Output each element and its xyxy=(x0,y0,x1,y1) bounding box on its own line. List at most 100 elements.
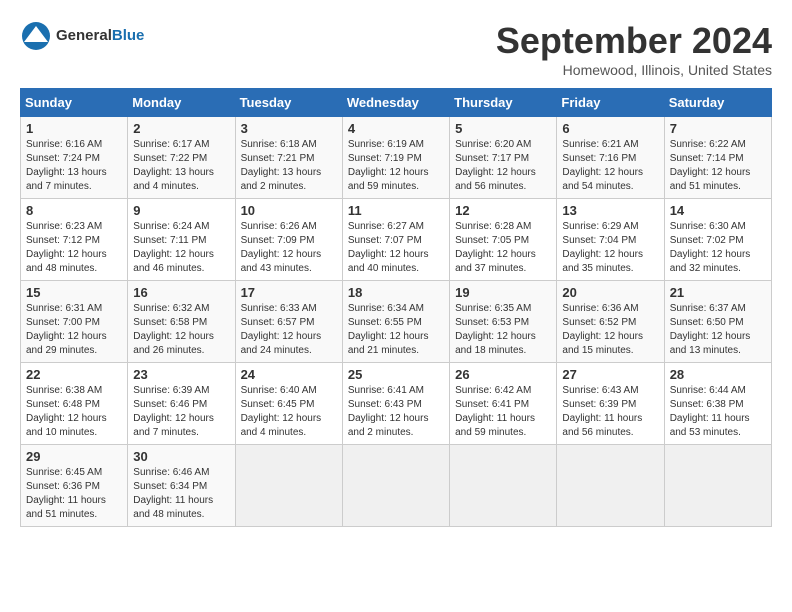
day-number: 12 xyxy=(455,203,551,218)
day-info: Sunrise: 6:34 AM Sunset: 6:55 PM Dayligh… xyxy=(348,302,444,358)
day-number: 7 xyxy=(670,121,766,136)
calendar-cell: 8 Sunrise: 6:23 AM Sunset: 7:12 PM Daylig… xyxy=(21,199,128,281)
day-number: 4 xyxy=(348,121,444,136)
day-of-week-header: Saturday xyxy=(664,89,771,117)
day-number: 21 xyxy=(670,285,766,300)
calendar-cell: 18 Sunrise: 6:34 AM Sunset: 6:55 PM Dayli… xyxy=(342,281,449,363)
day-of-week-header: Thursday xyxy=(450,89,557,117)
day-number: 20 xyxy=(562,285,658,300)
calendar-cell: 21Sunrise: 6:37 AM Sunset: 6:50 PM Dayli… xyxy=(664,281,771,363)
calendar-cell: 16 Sunrise: 6:32 AM Sunset: 6:58 PM Dayli… xyxy=(128,281,235,363)
page-header: GeneralBlue September 2024 Homewood, Ill… xyxy=(20,20,772,78)
day-number: 2 xyxy=(133,121,229,136)
calendar-cell: 14 Sunrise: 6:30 AM Sunset: 7:02 PM Dayli… xyxy=(664,199,771,281)
day-info: Sunrise: 6:22 AM Sunset: 7:14 PM Dayligh… xyxy=(670,138,766,194)
calendar-cell: 5Sunrise: 6:20 AM Sunset: 7:17 PM Daylig… xyxy=(450,117,557,199)
calendar-week-row: 1 Sunrise: 6:16 AM Sunset: 7:24 PM Daylig… xyxy=(21,117,772,199)
calendar-cell: 27 Sunrise: 6:43 AM Sunset: 6:39 PM Dayli… xyxy=(557,363,664,445)
calendar-cell: 24Sunrise: 6:40 AM Sunset: 6:45 PM Dayli… xyxy=(235,363,342,445)
day-number: 28 xyxy=(670,367,766,382)
day-of-week-header: Tuesday xyxy=(235,89,342,117)
day-info: Sunrise: 6:35 AM Sunset: 6:53 PM Dayligh… xyxy=(455,302,551,358)
day-info: Sunrise: 6:45 AM Sunset: 6:36 PM Dayligh… xyxy=(26,466,122,522)
calendar-cell: 22Sunrise: 6:38 AM Sunset: 6:48 PM Dayli… xyxy=(21,363,128,445)
calendar-cell: 4 Sunrise: 6:19 AM Sunset: 7:19 PM Daylig… xyxy=(342,117,449,199)
calendar-cell: 7 Sunrise: 6:22 AM Sunset: 7:14 PM Daylig… xyxy=(664,117,771,199)
day-number: 3 xyxy=(241,121,337,136)
calendar-cell: 23 Sunrise: 6:39 AM Sunset: 6:46 PM Dayli… xyxy=(128,363,235,445)
day-info: Sunrise: 6:28 AM Sunset: 7:05 PM Dayligh… xyxy=(455,220,551,276)
day-number: 26 xyxy=(455,367,551,382)
logo: GeneralBlue xyxy=(20,20,144,52)
day-info: Sunrise: 6:33 AM Sunset: 6:57 PM Dayligh… xyxy=(241,302,337,358)
calendar-week-row: 22Sunrise: 6:38 AM Sunset: 6:48 PM Dayli… xyxy=(21,363,772,445)
day-number: 6 xyxy=(562,121,658,136)
calendar-cell: 26 Sunrise: 6:42 AM Sunset: 6:41 PM Dayli… xyxy=(450,363,557,445)
day-number: 17 xyxy=(241,285,337,300)
day-info: Sunrise: 6:21 AM Sunset: 7:16 PM Dayligh… xyxy=(562,138,658,194)
day-info: Sunrise: 6:24 AM Sunset: 7:11 PM Dayligh… xyxy=(133,220,229,276)
calendar-week-row: 15 Sunrise: 6:31 AM Sunset: 7:00 PM Dayli… xyxy=(21,281,772,363)
day-info: Sunrise: 6:41 AM Sunset: 6:43 PM Dayligh… xyxy=(348,384,444,440)
calendar-cell xyxy=(557,445,664,527)
day-info: Sunrise: 6:32 AM Sunset: 6:58 PM Dayligh… xyxy=(133,302,229,358)
day-number: 25 xyxy=(348,367,444,382)
calendar-cell: 13Sunrise: 6:29 AM Sunset: 7:04 PM Dayli… xyxy=(557,199,664,281)
day-of-week-header: Wednesday xyxy=(342,89,449,117)
day-info: Sunrise: 6:36 AM Sunset: 6:52 PM Dayligh… xyxy=(562,302,658,358)
logo-icon xyxy=(20,20,52,52)
day-number: 16 xyxy=(133,285,229,300)
day-info: Sunrise: 6:16 AM Sunset: 7:24 PM Dayligh… xyxy=(26,138,122,194)
day-number: 14 xyxy=(670,203,766,218)
calendar-cell: 6 Sunrise: 6:21 AM Sunset: 7:16 PM Daylig… xyxy=(557,117,664,199)
day-number: 1 xyxy=(26,121,122,136)
calendar-cell: 1 Sunrise: 6:16 AM Sunset: 7:24 PM Daylig… xyxy=(21,117,128,199)
day-number: 29 xyxy=(26,449,122,464)
day-info: Sunrise: 6:23 AM Sunset: 7:12 PM Dayligh… xyxy=(26,220,122,276)
location: Homewood, Illinois, United States xyxy=(496,62,772,78)
calendar-header-row: SundayMondayTuesdayWednesdayThursdayFrid… xyxy=(21,89,772,117)
title-block: September 2024 Homewood, Illinois, Unite… xyxy=(496,20,772,78)
day-number: 8 xyxy=(26,203,122,218)
calendar-week-row: 8 Sunrise: 6:23 AM Sunset: 7:12 PM Daylig… xyxy=(21,199,772,281)
day-number: 23 xyxy=(133,367,229,382)
day-of-week-header: Friday xyxy=(557,89,664,117)
calendar-cell: 12 Sunrise: 6:28 AM Sunset: 7:05 PM Dayli… xyxy=(450,199,557,281)
calendar-table: SundayMondayTuesdayWednesdayThursdayFrid… xyxy=(20,88,772,527)
day-number: 30 xyxy=(133,449,229,464)
calendar-cell: 9 Sunrise: 6:24 AM Sunset: 7:11 PM Daylig… xyxy=(128,199,235,281)
day-info: Sunrise: 6:39 AM Sunset: 6:46 PM Dayligh… xyxy=(133,384,229,440)
day-number: 24 xyxy=(241,367,337,382)
day-info: Sunrise: 6:43 AM Sunset: 6:39 PM Dayligh… xyxy=(562,384,658,440)
calendar-cell: 11Sunrise: 6:27 AM Sunset: 7:07 PM Dayli… xyxy=(342,199,449,281)
calendar-cell: 19 Sunrise: 6:35 AM Sunset: 6:53 PM Dayli… xyxy=(450,281,557,363)
day-number: 18 xyxy=(348,285,444,300)
day-number: 22 xyxy=(26,367,122,382)
day-number: 10 xyxy=(241,203,337,218)
day-number: 15 xyxy=(26,285,122,300)
day-number: 19 xyxy=(455,285,551,300)
day-info: Sunrise: 6:19 AM Sunset: 7:19 PM Dayligh… xyxy=(348,138,444,194)
day-info: Sunrise: 6:29 AM Sunset: 7:04 PM Dayligh… xyxy=(562,220,658,276)
calendar-cell: 3Sunrise: 6:18 AM Sunset: 7:21 PM Daylig… xyxy=(235,117,342,199)
calendar-cell: 28Sunrise: 6:44 AM Sunset: 6:38 PM Dayli… xyxy=(664,363,771,445)
calendar-cell: 17 Sunrise: 6:33 AM Sunset: 6:57 PM Dayli… xyxy=(235,281,342,363)
day-info: Sunrise: 6:20 AM Sunset: 7:17 PM Dayligh… xyxy=(455,138,551,194)
day-info: Sunrise: 6:46 AM Sunset: 6:34 PM Dayligh… xyxy=(133,466,229,522)
logo-blue: Blue xyxy=(112,27,145,44)
day-number: 27 xyxy=(562,367,658,382)
calendar-cell xyxy=(664,445,771,527)
day-info: Sunrise: 6:31 AM Sunset: 7:00 PM Dayligh… xyxy=(26,302,122,358)
day-info: Sunrise: 6:42 AM Sunset: 6:41 PM Dayligh… xyxy=(455,384,551,440)
calendar-cell xyxy=(235,445,342,527)
calendar-cell: 10Sunrise: 6:26 AM Sunset: 7:09 PM Dayli… xyxy=(235,199,342,281)
day-info: Sunrise: 6:17 AM Sunset: 7:22 PM Dayligh… xyxy=(133,138,229,194)
logo-general: General xyxy=(56,27,112,44)
day-info: Sunrise: 6:30 AM Sunset: 7:02 PM Dayligh… xyxy=(670,220,766,276)
month-title: September 2024 xyxy=(496,20,772,62)
calendar-cell xyxy=(450,445,557,527)
day-of-week-header: Sunday xyxy=(21,89,128,117)
day-number: 9 xyxy=(133,203,229,218)
calendar-cell: 29 Sunrise: 6:45 AM Sunset: 6:36 PM Dayli… xyxy=(21,445,128,527)
calendar-cell: 15 Sunrise: 6:31 AM Sunset: 7:00 PM Dayli… xyxy=(21,281,128,363)
